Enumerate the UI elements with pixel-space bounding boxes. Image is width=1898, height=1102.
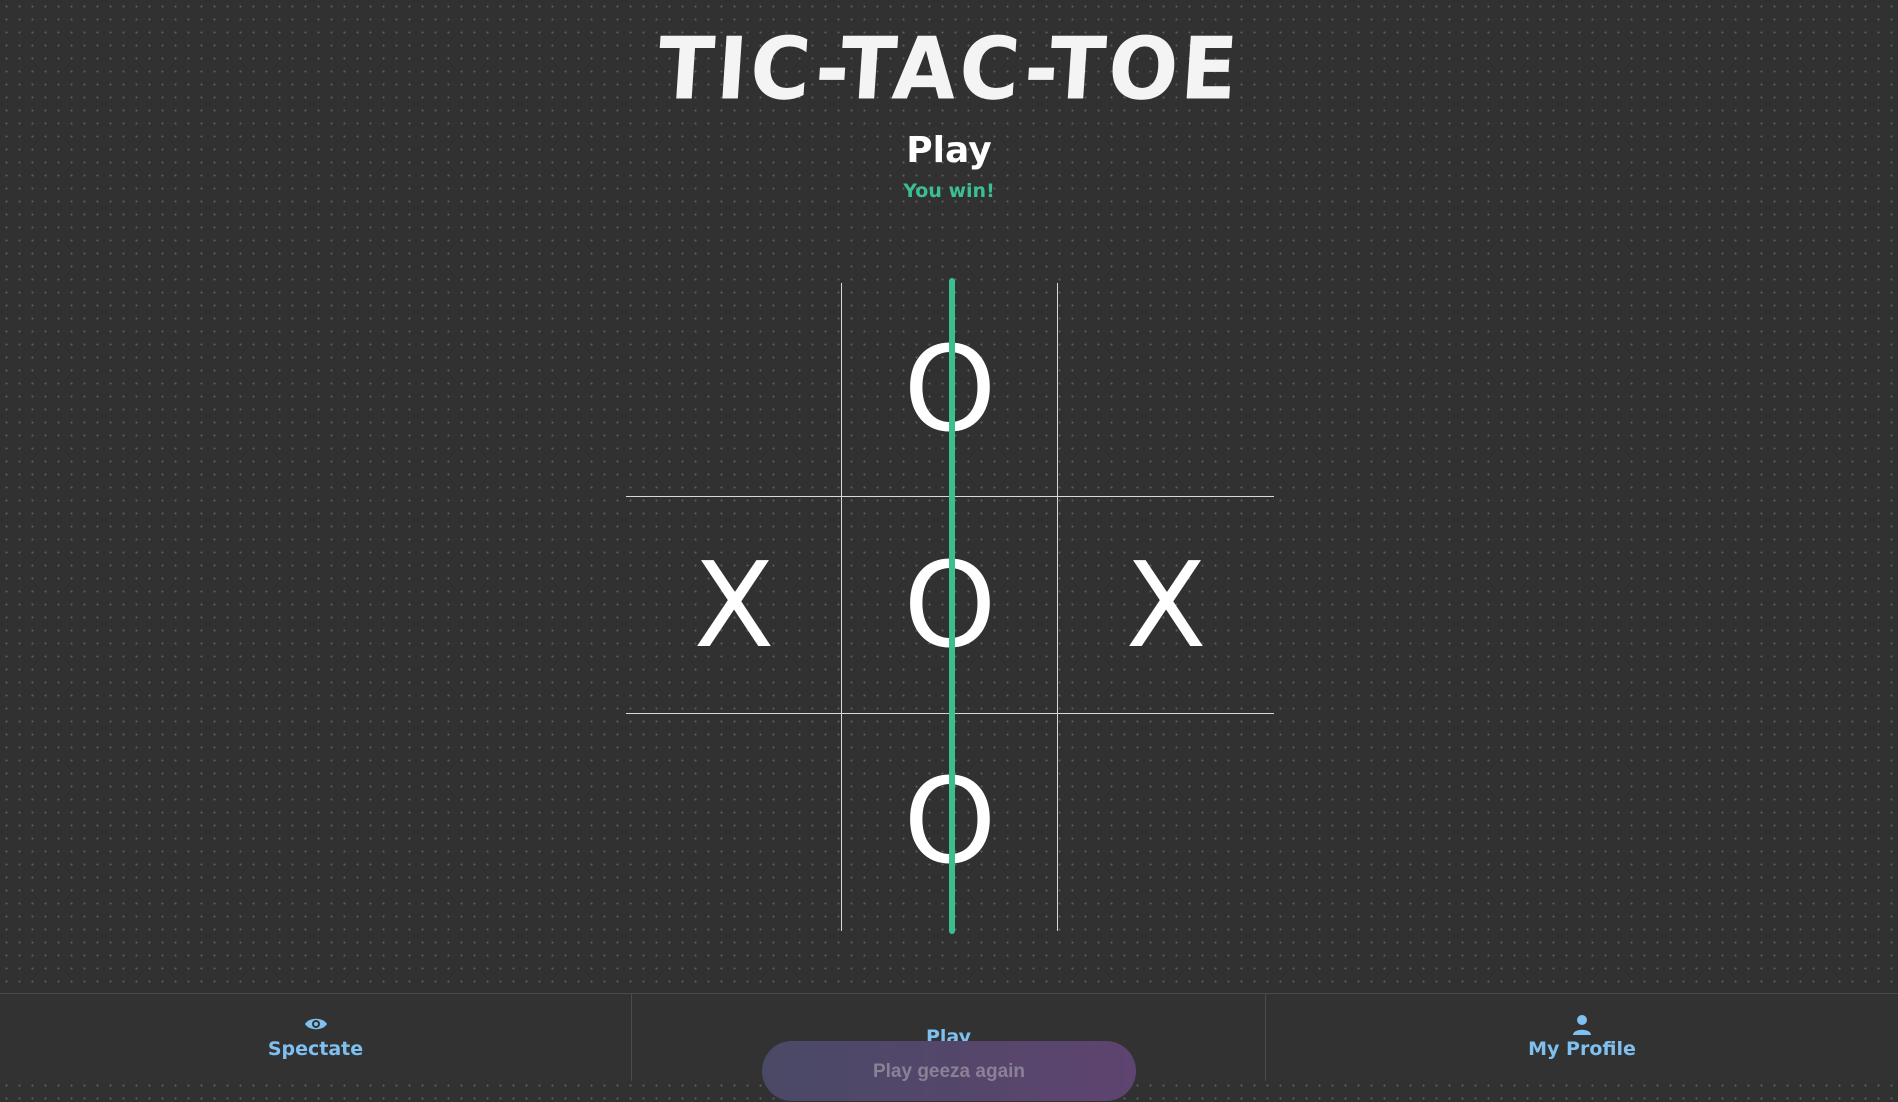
board-cell[interactable] bbox=[1058, 281, 1274, 497]
nav-spectate[interactable]: Spectate bbox=[0, 994, 631, 1081]
winning-line bbox=[949, 278, 955, 934]
nav-spectate-label: Spectate bbox=[267, 1038, 364, 1060]
page-title: Play bbox=[906, 130, 992, 171]
board-cell[interactable] bbox=[626, 713, 842, 929]
play-again-button[interactable]: Play geeza again bbox=[762, 1041, 1136, 1101]
nav-profile-label: My Profile bbox=[1528, 1038, 1636, 1060]
game-status: You win! bbox=[903, 180, 995, 202]
board-cell[interactable]: X bbox=[626, 497, 842, 713]
nav-profile[interactable]: My Profile bbox=[1266, 994, 1898, 1081]
eye-icon bbox=[304, 1014, 328, 1036]
user-icon bbox=[1572, 1014, 1592, 1036]
board-cell[interactable]: X bbox=[1058, 497, 1274, 713]
board-cell[interactable] bbox=[626, 281, 842, 497]
game-title: TIC-TAC-TOE bbox=[654, 19, 1244, 120]
board-cell[interactable] bbox=[1058, 713, 1274, 929]
